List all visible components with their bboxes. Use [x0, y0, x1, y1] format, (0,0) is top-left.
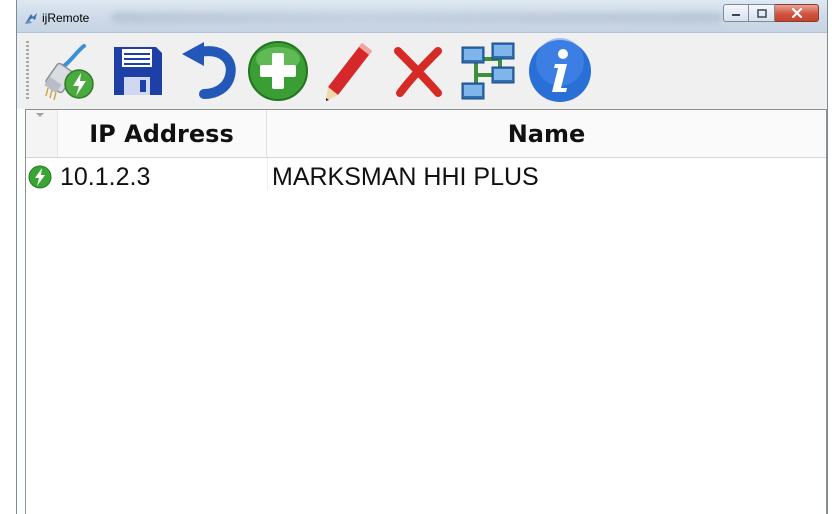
- connected-lightning-icon: [28, 165, 52, 189]
- minimize-icon: [732, 14, 740, 16]
- save-button[interactable]: [105, 37, 171, 105]
- cell-name: MARKSMAN HHI PLUS: [272, 162, 539, 191]
- column-header-name[interactable]: Name: [267, 110, 826, 157]
- cell-ip-address: 10.1.2.3: [60, 162, 151, 191]
- undo-arrow-icon: [182, 42, 236, 99]
- close-icon: [791, 8, 802, 18]
- connect-button[interactable]: [35, 37, 101, 105]
- device-table: IP Address Name 10.1.2.3 MARKSMAN HHI PL…: [25, 109, 827, 514]
- maximize-icon: [756, 8, 767, 18]
- about-button[interactable]: [527, 37, 593, 105]
- table-header: IP Address Name: [26, 110, 826, 158]
- floppy-disk-icon: [114, 47, 162, 95]
- edit-button[interactable]: [315, 37, 381, 105]
- network-topology-icon: [461, 42, 515, 100]
- title-bar[interactable]: ijRemote: [17, 0, 827, 33]
- row-header-corner[interactable]: [26, 110, 58, 157]
- column-header-ip-address[interactable]: IP Address: [57, 110, 267, 157]
- window-title: ijRemote: [42, 11, 90, 25]
- red-x-icon: [394, 47, 442, 97]
- caption-buttons: [723, 4, 819, 24]
- close-button[interactable]: [775, 4, 819, 22]
- maximize-button[interactable]: [749, 4, 775, 22]
- ijremote-app-icon: [25, 13, 37, 24]
- app-window: ijRemote IP Address Name 10.1.2.3 MARKSM…: [16, 0, 828, 514]
- pencil-icon: [326, 43, 372, 101]
- blurred-title-region: [112, 12, 722, 23]
- delete-button[interactable]: [385, 37, 451, 105]
- green-plus-icon: [248, 41, 308, 101]
- info-icon: [529, 38, 591, 102]
- add-button[interactable]: [245, 37, 311, 105]
- network-cable-connect-icon: [44, 44, 94, 101]
- table-row[interactable]: 10.1.2.3 MARKSMAN HHI PLUS: [26, 158, 826, 196]
- undo-button[interactable]: [175, 37, 241, 105]
- toolbar-grip[interactable]: [26, 41, 29, 99]
- toolbar: [17, 33, 827, 109]
- network-button[interactable]: [455, 37, 521, 105]
- minimize-button[interactable]: [723, 4, 749, 22]
